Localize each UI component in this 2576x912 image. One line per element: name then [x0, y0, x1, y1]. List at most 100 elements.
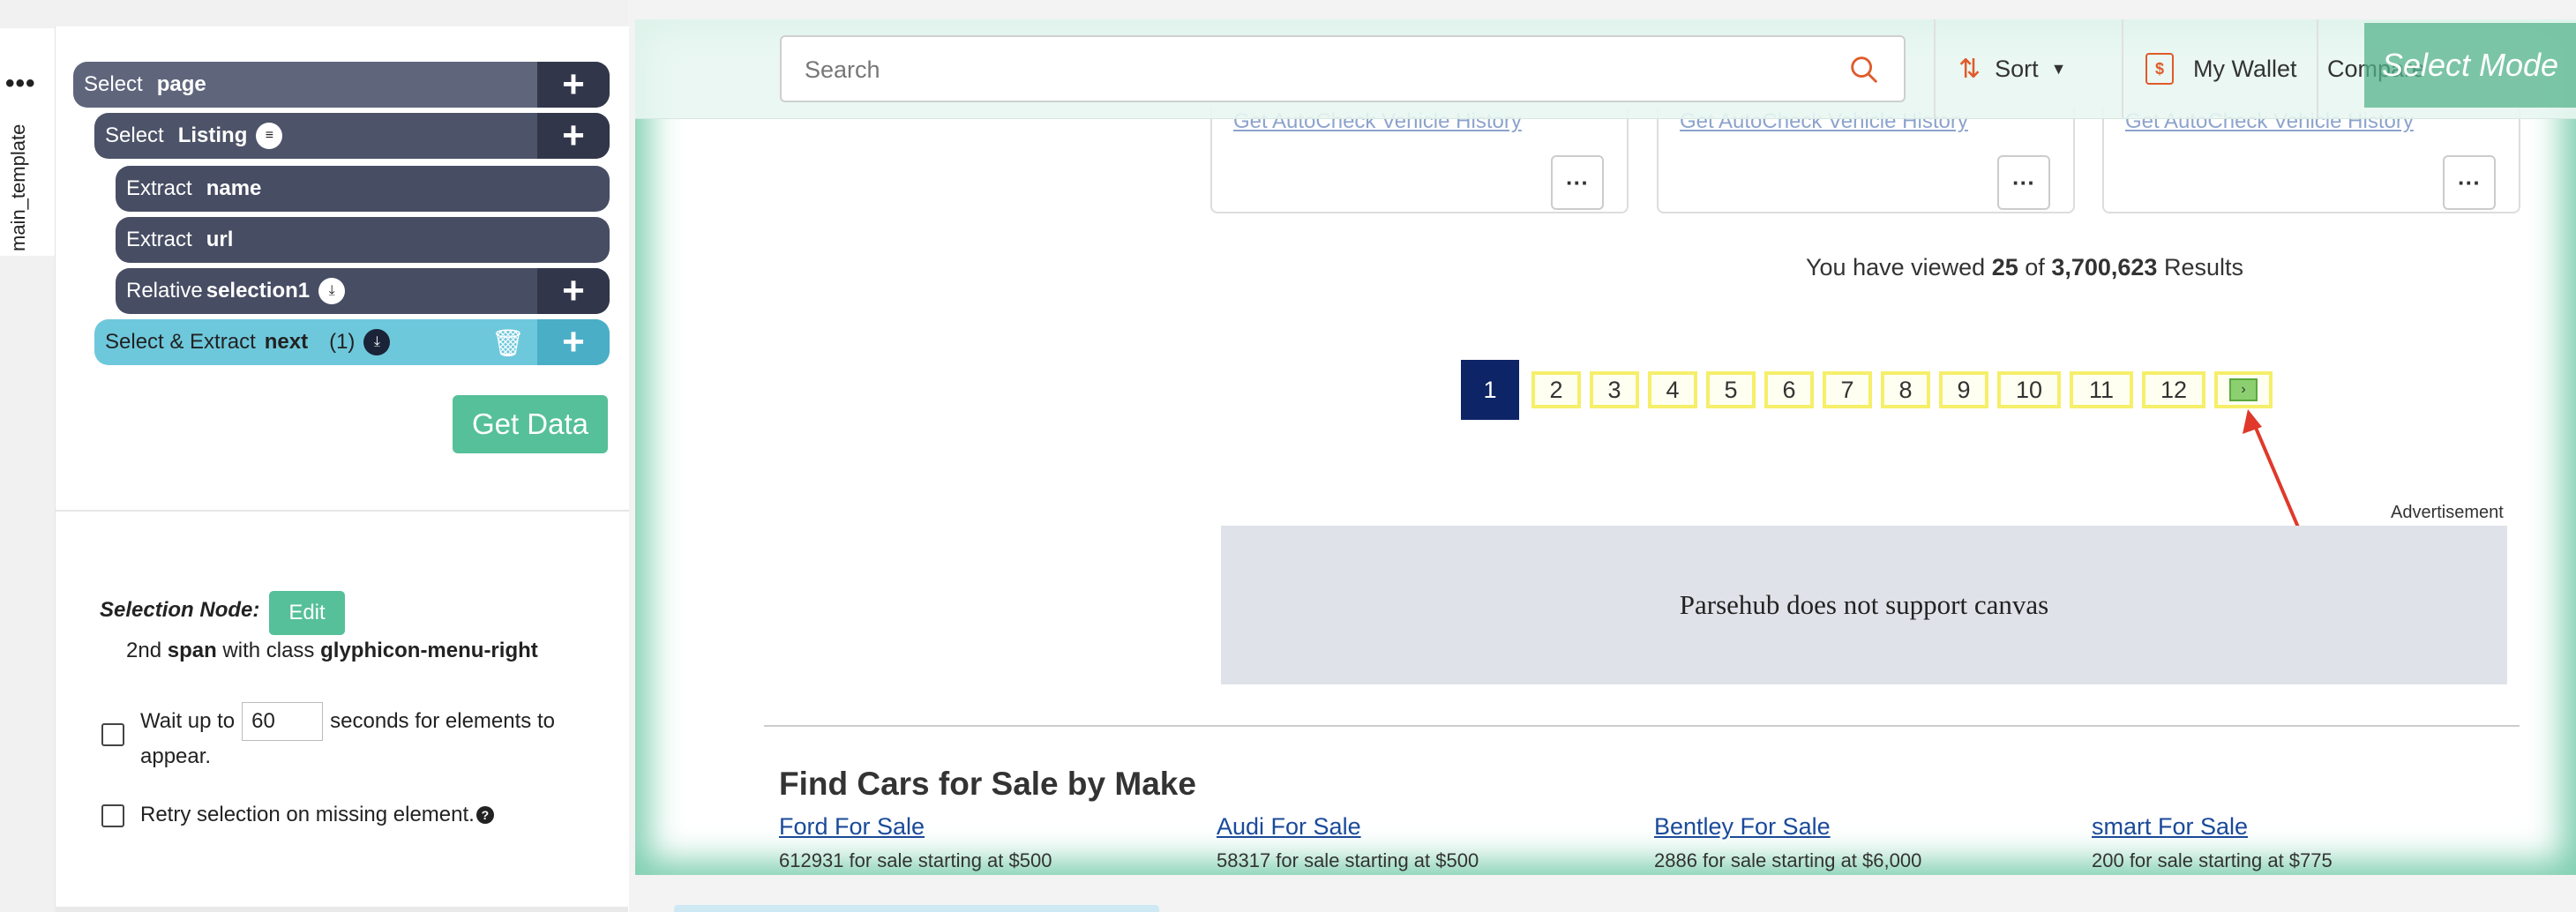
page-5[interactable]: 5 [1706, 371, 1756, 408]
command-select-page[interactable]: Select page + [73, 62, 610, 108]
wait-label-post2: appear. [140, 744, 212, 768]
make-item-ford: Ford For Sale 612931 for sale starting a… [779, 813, 1052, 872]
edit-selection-button[interactable]: Edit [269, 591, 345, 635]
make-count: 200 for sale starting at $775 [2092, 849, 2333, 871]
page-7[interactable]: 7 [1823, 371, 1872, 408]
command-verb: Extract [126, 176, 192, 200]
browser-view: Get AutoCheck Vehicle History ··· Get Au… [635, 19, 2576, 875]
make-item-smart: smart For Sale 200 for sale starting at … [2092, 813, 2333, 872]
page-1[interactable]: 1 [1461, 360, 1519, 420]
page-10[interactable]: 10 [1997, 371, 2061, 408]
listing-card: Get AutoCheck Vehicle History ··· [2102, 108, 2520, 213]
add-command-button[interactable]: + [537, 268, 610, 314]
parsehub-panel: ••• main_template Select page + Select L… [0, 0, 629, 912]
page-6[interactable]: 6 [1764, 371, 1814, 408]
help-icon[interactable]: ? [476, 806, 494, 824]
page-4[interactable]: 4 [1648, 371, 1697, 408]
page-8[interactable]: 8 [1881, 371, 1930, 408]
results-viewed: 25 [1991, 254, 2018, 280]
page-3[interactable]: 3 [1590, 371, 1639, 408]
command-count: (1) [329, 330, 356, 354]
page-2[interactable]: 2 [1531, 371, 1581, 408]
select-mode-badge[interactable]: Select Mode [2364, 23, 2576, 108]
results-mid: of [2025, 254, 2045, 280]
search-icon[interactable] [1847, 53, 1881, 86]
retry-label: Retry selection on missing element. [140, 803, 475, 826]
command-verb: Select [105, 123, 164, 147]
command-select-listing[interactable]: Select Listing ≡ + [94, 113, 610, 159]
header-divider [1934, 19, 1936, 118]
wallet-label: My Wallet [2193, 55, 2297, 82]
command-verb: Relative [126, 279, 203, 303]
make-item-bentley: Bentley For Sale 2886 for sale starting … [1654, 813, 1921, 872]
command-extract-url[interactable]: Extract url [116, 217, 610, 263]
listing-card: Get AutoCheck Vehicle History ··· [1657, 108, 2075, 213]
template-name: main_template [7, 123, 29, 252]
page-12[interactable]: 12 [2142, 371, 2205, 408]
wait-label-pre: Wait up to [140, 709, 236, 733]
make-link[interactable]: Bentley For Sale [1654, 813, 1921, 841]
command-verb: Select [84, 72, 143, 96]
command-select-extract-next[interactable]: Select & Extract next (1) ⤓ 🗑 + [94, 319, 610, 365]
command-relative-selection1[interactable]: Relative selection1 ⤓ + [116, 268, 610, 314]
results-post: Results [2163, 254, 2243, 280]
sort-button[interactable]: ⇅ Sort ▼ [1958, 19, 2067, 118]
add-command-button[interactable]: + [537, 113, 610, 159]
wallet-icon: $ [2145, 53, 2174, 85]
make-item-audi: Audi For Sale 58317 for sale starting at… [1217, 813, 1479, 872]
retry-checkbox[interactable] [101, 804, 124, 827]
command-arg: page [156, 72, 206, 96]
download-icon[interactable]: ⤓ [363, 329, 391, 355]
makes-heading: Find Cars for Sale by Make [779, 766, 1196, 802]
make-count: 58317 for sale starting at $500 [1217, 849, 1479, 871]
command-arg: url [206, 228, 234, 251]
more-options-button[interactable]: ··· [1997, 155, 2050, 210]
template-tab[interactable]: ••• main_template [0, 28, 57, 256]
advertisement-canvas: Parsehub does not support canvas [1221, 526, 2507, 684]
listing-card: Get AutoCheck Vehicle History ··· [1210, 108, 1629, 213]
desc-ordinal: 2nd [126, 639, 162, 662]
more-options-button[interactable]: ··· [1551, 155, 1604, 210]
wait-checkbox[interactable] [101, 723, 124, 746]
wait-seconds-input[interactable]: 60 [242, 702, 324, 741]
add-command-button[interactable]: + [537, 319, 610, 365]
more-options-button[interactable]: ··· [2443, 155, 2496, 210]
command-arg: name [206, 176, 262, 200]
page-11[interactable]: 11 [2070, 371, 2133, 408]
list-icon[interactable]: ≡ [256, 123, 283, 149]
results-total: 3,700,623 [2051, 254, 2158, 280]
bottom-tab-edge [674, 905, 1159, 912]
make-link[interactable]: Audi For Sale [1217, 813, 1479, 841]
trash-icon[interactable]: 🗑 [491, 328, 525, 359]
make-link[interactable]: Ford For Sale [779, 813, 1052, 841]
get-data-button[interactable]: Get Data [453, 395, 608, 453]
selection-node-label: Selection Node: [100, 598, 260, 622]
command-verb: Extract [126, 228, 192, 251]
search-input[interactable]: Search [780, 35, 1906, 102]
make-link[interactable]: smart For Sale [2092, 813, 2333, 841]
selection-node-description: 2nd span with class glyphicon-menu-right [126, 639, 538, 663]
wallet-button[interactable]: $ My Wallet [2128, 19, 2297, 118]
more-menu-icon[interactable]: ••• [5, 71, 36, 97]
annotation-arrow-icon [2243, 409, 2301, 531]
command-tree: Select page + Select Listing ≡ + Extract… [55, 26, 629, 912]
desc-tag: span [167, 639, 217, 662]
advertisement-text: Parsehub does not support canvas [1679, 589, 2049, 620]
section-divider [764, 725, 2520, 727]
caret-down-icon: ▼ [2050, 59, 2067, 78]
panel-divider [56, 510, 629, 512]
wait-label-post: seconds for elements to [330, 709, 555, 733]
results-summary: You have viewed 25 of 3,700,623 Results [1517, 254, 2532, 281]
make-count: 612931 for sale starting at $500 [779, 849, 1052, 871]
download-icon[interactable]: ⤓ [318, 278, 346, 304]
add-command-button[interactable]: + [537, 62, 610, 108]
wait-option: Wait up to 60 seconds for elements to [140, 702, 555, 741]
results-pre: You have viewed [1806, 254, 1986, 280]
command-extract-name[interactable]: Extract name [116, 166, 610, 212]
sort-icon: ⇅ [1958, 54, 1981, 84]
header-divider [2317, 19, 2318, 118]
page-9[interactable]: 9 [1939, 371, 1988, 408]
command-arg: Listing [177, 123, 248, 147]
site-header: Search ⇅ Sort ▼ $ My Wallet Compare Sele… [635, 19, 2576, 119]
desc-class: glyphicon-menu-right [320, 639, 538, 662]
